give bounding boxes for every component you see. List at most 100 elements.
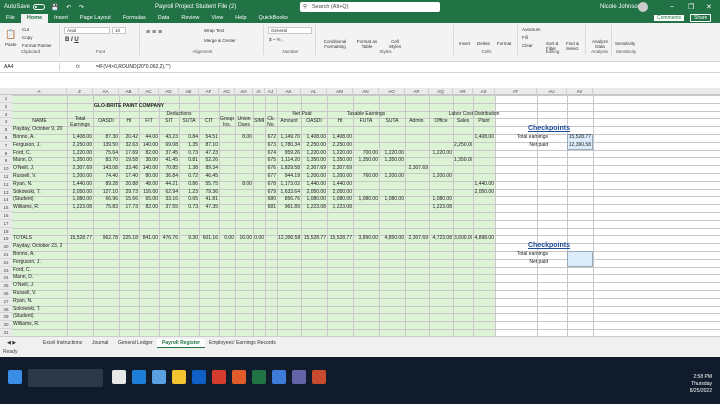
employee-th[interactable]: 1,220.00 bbox=[328, 150, 352, 158]
column-header-ao[interactable]: AO bbox=[379, 88, 405, 95]
employee-suta[interactable]: 1.38 bbox=[180, 165, 198, 173]
employee-sit[interactable]: 41.45 bbox=[160, 157, 178, 165]
column-header-ak[interactable]: AK bbox=[277, 88, 301, 95]
employee-name[interactable]: Bonno, A. bbox=[13, 134, 66, 142]
formula-input[interactable]: =IF(V4>0,ROUND(20*0.062,2),"") bbox=[96, 63, 171, 71]
employee-oasdi[interactable]: 75.64 bbox=[94, 150, 118, 158]
employee-to[interactable]: 1,080.00 bbox=[302, 196, 326, 204]
employee-cit[interactable]: 55.75 bbox=[200, 181, 218, 189]
header-union[interactable]: Union Dues bbox=[236, 116, 252, 132]
column-header-am[interactable]: AM bbox=[327, 88, 353, 95]
employee-cit[interactable]: 52.26 bbox=[200, 157, 218, 165]
taskbar-search[interactable] bbox=[28, 369, 103, 387]
employee-te[interactable]: 1,220.00 bbox=[68, 150, 92, 158]
employee-te[interactable]: 2,050.00 bbox=[68, 189, 92, 197]
tab-quickbooks[interactable]: QuickBooks bbox=[253, 14, 294, 23]
employee-to[interactable]: 1,223.08 bbox=[302, 204, 326, 212]
employee-union[interactable]: 8.00 bbox=[236, 181, 252, 189]
employee-te[interactable]: 1,350.00 bbox=[68, 157, 92, 165]
header-fit[interactable]: FIT bbox=[140, 118, 158, 126]
format-painter-button[interactable]: Format Painter bbox=[22, 43, 52, 48]
total-oasdi[interactable]: 962.78 bbox=[94, 235, 118, 243]
chrome-icon[interactable] bbox=[272, 370, 286, 384]
teams-icon[interactable] bbox=[292, 370, 306, 384]
total-plant[interactable]: 4,898.00 bbox=[474, 235, 494, 243]
total-ts[interactable]: 4,850.00 bbox=[380, 235, 404, 243]
employee-oasdi[interactable]: 74.40 bbox=[94, 173, 118, 181]
employee-oasdi[interactable]: 83.70 bbox=[94, 157, 118, 165]
header-plant[interactable]: Plant bbox=[474, 118, 494, 126]
sheet-nav-arrows[interactable]: ◀ ▶ bbox=[2, 339, 21, 347]
employee-fit[interactable]: 65.00 bbox=[140, 196, 158, 204]
employee-suta[interactable]: 0.73 bbox=[180, 150, 198, 158]
employee-oasdi[interactable]: 127.10 bbox=[94, 189, 118, 197]
row-header-5[interactable]: 5 bbox=[0, 126, 12, 134]
employee-te[interactable]: 1,440.00 bbox=[68, 181, 92, 189]
total-fit[interactable]: 841.00 bbox=[140, 235, 158, 243]
employee-name-2[interactable]: Ford, C. bbox=[13, 267, 66, 275]
row-header-30[interactable]: 30 bbox=[0, 321, 12, 329]
row-header-31[interactable]: 31 bbox=[0, 329, 12, 336]
totals-label[interactable]: TOTALS bbox=[13, 235, 66, 243]
column-header-ai[interactable]: AI bbox=[253, 88, 265, 95]
employee-amt[interactable]: 961.89 bbox=[278, 204, 300, 212]
avatar[interactable] bbox=[638, 2, 648, 12]
employee-oasdi[interactable]: 66.96 bbox=[94, 196, 118, 204]
employee-ck[interactable]: 679 bbox=[266, 189, 276, 197]
employee-to[interactable]: 1,350.00 bbox=[302, 157, 326, 165]
employee-ck[interactable]: 681 bbox=[266, 204, 276, 212]
employee-sit[interactable]: 37.45 bbox=[160, 150, 178, 158]
row-header-27[interactable]: 27 bbox=[0, 297, 12, 306]
employee-to[interactable]: 2,050.00 bbox=[302, 189, 326, 197]
row-header-6[interactable]: 6 bbox=[0, 134, 12, 142]
column-header-at[interactable]: AT bbox=[495, 88, 537, 95]
employee-amt[interactable]: 1,633.64 bbox=[278, 189, 300, 197]
employee-union[interactable]: 8.00 bbox=[236, 134, 252, 142]
employee-ck[interactable]: 677 bbox=[266, 173, 276, 181]
worksheet-grid[interactable]: 1 2 3 4 5 6 7 8 9 10 11 12 13 14 15 16 17 18 19 20 21 22 23 24 2… bbox=[0, 95, 720, 336]
column-header-ag[interactable]: AG bbox=[219, 88, 235, 95]
header-simple[interactable]: SIMPLE bbox=[254, 118, 264, 126]
column-header-af[interactable]: AF bbox=[199, 88, 219, 95]
employee-sit[interactable]: 33.16 bbox=[160, 196, 178, 204]
column-header-as[interactable]: AS bbox=[473, 88, 495, 95]
column-header-aa[interactable]: AA bbox=[93, 88, 119, 95]
employee-to[interactable]: 1,408.00 bbox=[302, 134, 326, 142]
search-box[interactable]: ⚲ Search (Alt+Q) bbox=[300, 2, 440, 12]
employee-suta[interactable]: 0.84 bbox=[180, 134, 198, 142]
employee-sit[interactable]: 37.55 bbox=[160, 204, 178, 212]
column-header-an[interactable]: AN bbox=[353, 88, 379, 95]
employee-te[interactable]: 1,223.08 bbox=[68, 204, 92, 212]
employee-office[interactable]: 1,223.08 bbox=[430, 204, 452, 212]
sheet-tab-journal[interactable]: Journal bbox=[87, 339, 113, 347]
company-title[interactable]: GLO-BRITE PAINT COMPANY bbox=[94, 103, 198, 111]
number-format-select[interactable]: General bbox=[268, 27, 312, 34]
conditional-formatting-button[interactable]: Conditional Formatting bbox=[320, 39, 350, 49]
align-icons[interactable]: ≡ ≡ ≡ bbox=[146, 29, 162, 36]
employee-amt[interactable]: 959.26 bbox=[278, 150, 300, 158]
employee-th[interactable]: 2,050.00 bbox=[328, 189, 352, 197]
employee-ck[interactable]: 674 bbox=[266, 150, 276, 158]
sheet-tab-employees-earnings-records[interactable]: Employees' Earnings Records bbox=[204, 339, 281, 347]
excel-icon[interactable] bbox=[252, 370, 266, 384]
employee-name-2[interactable]: (Student) bbox=[13, 313, 66, 321]
column-header-ar[interactable]: AR bbox=[453, 88, 473, 95]
tab-view[interactable]: View bbox=[205, 14, 229, 23]
employee-office[interactable]: 1,080.00 bbox=[430, 196, 452, 204]
windows-start-icon[interactable] bbox=[8, 370, 22, 384]
employee-suta[interactable]: 0.72 bbox=[180, 173, 198, 181]
header-oasdi[interactable]: OASDI bbox=[94, 118, 118, 126]
fx-icon[interactable]: fx bbox=[76, 63, 80, 71]
employee-name[interactable]: Sokowski, T. bbox=[13, 189, 66, 197]
employee-sales[interactable]: 2,250.00 bbox=[454, 142, 472, 150]
row-header-15[interactable]: 15 bbox=[0, 204, 12, 212]
tab-file[interactable]: File bbox=[0, 14, 21, 23]
employee-office[interactable]: 1,220.00 bbox=[430, 150, 452, 158]
employee-sit[interactable]: 62.94 bbox=[160, 189, 178, 197]
employee-th[interactable]: 1,080.00 bbox=[328, 196, 352, 204]
cut-button[interactable]: Cut bbox=[22, 27, 29, 32]
autosave-toggle[interactable] bbox=[33, 4, 46, 10]
currency-icon[interactable]: $ ~ % , bbox=[269, 37, 283, 42]
row-header-2[interactable]: 2 bbox=[0, 102, 12, 111]
row-header-10[interactable]: 10 bbox=[0, 165, 12, 173]
